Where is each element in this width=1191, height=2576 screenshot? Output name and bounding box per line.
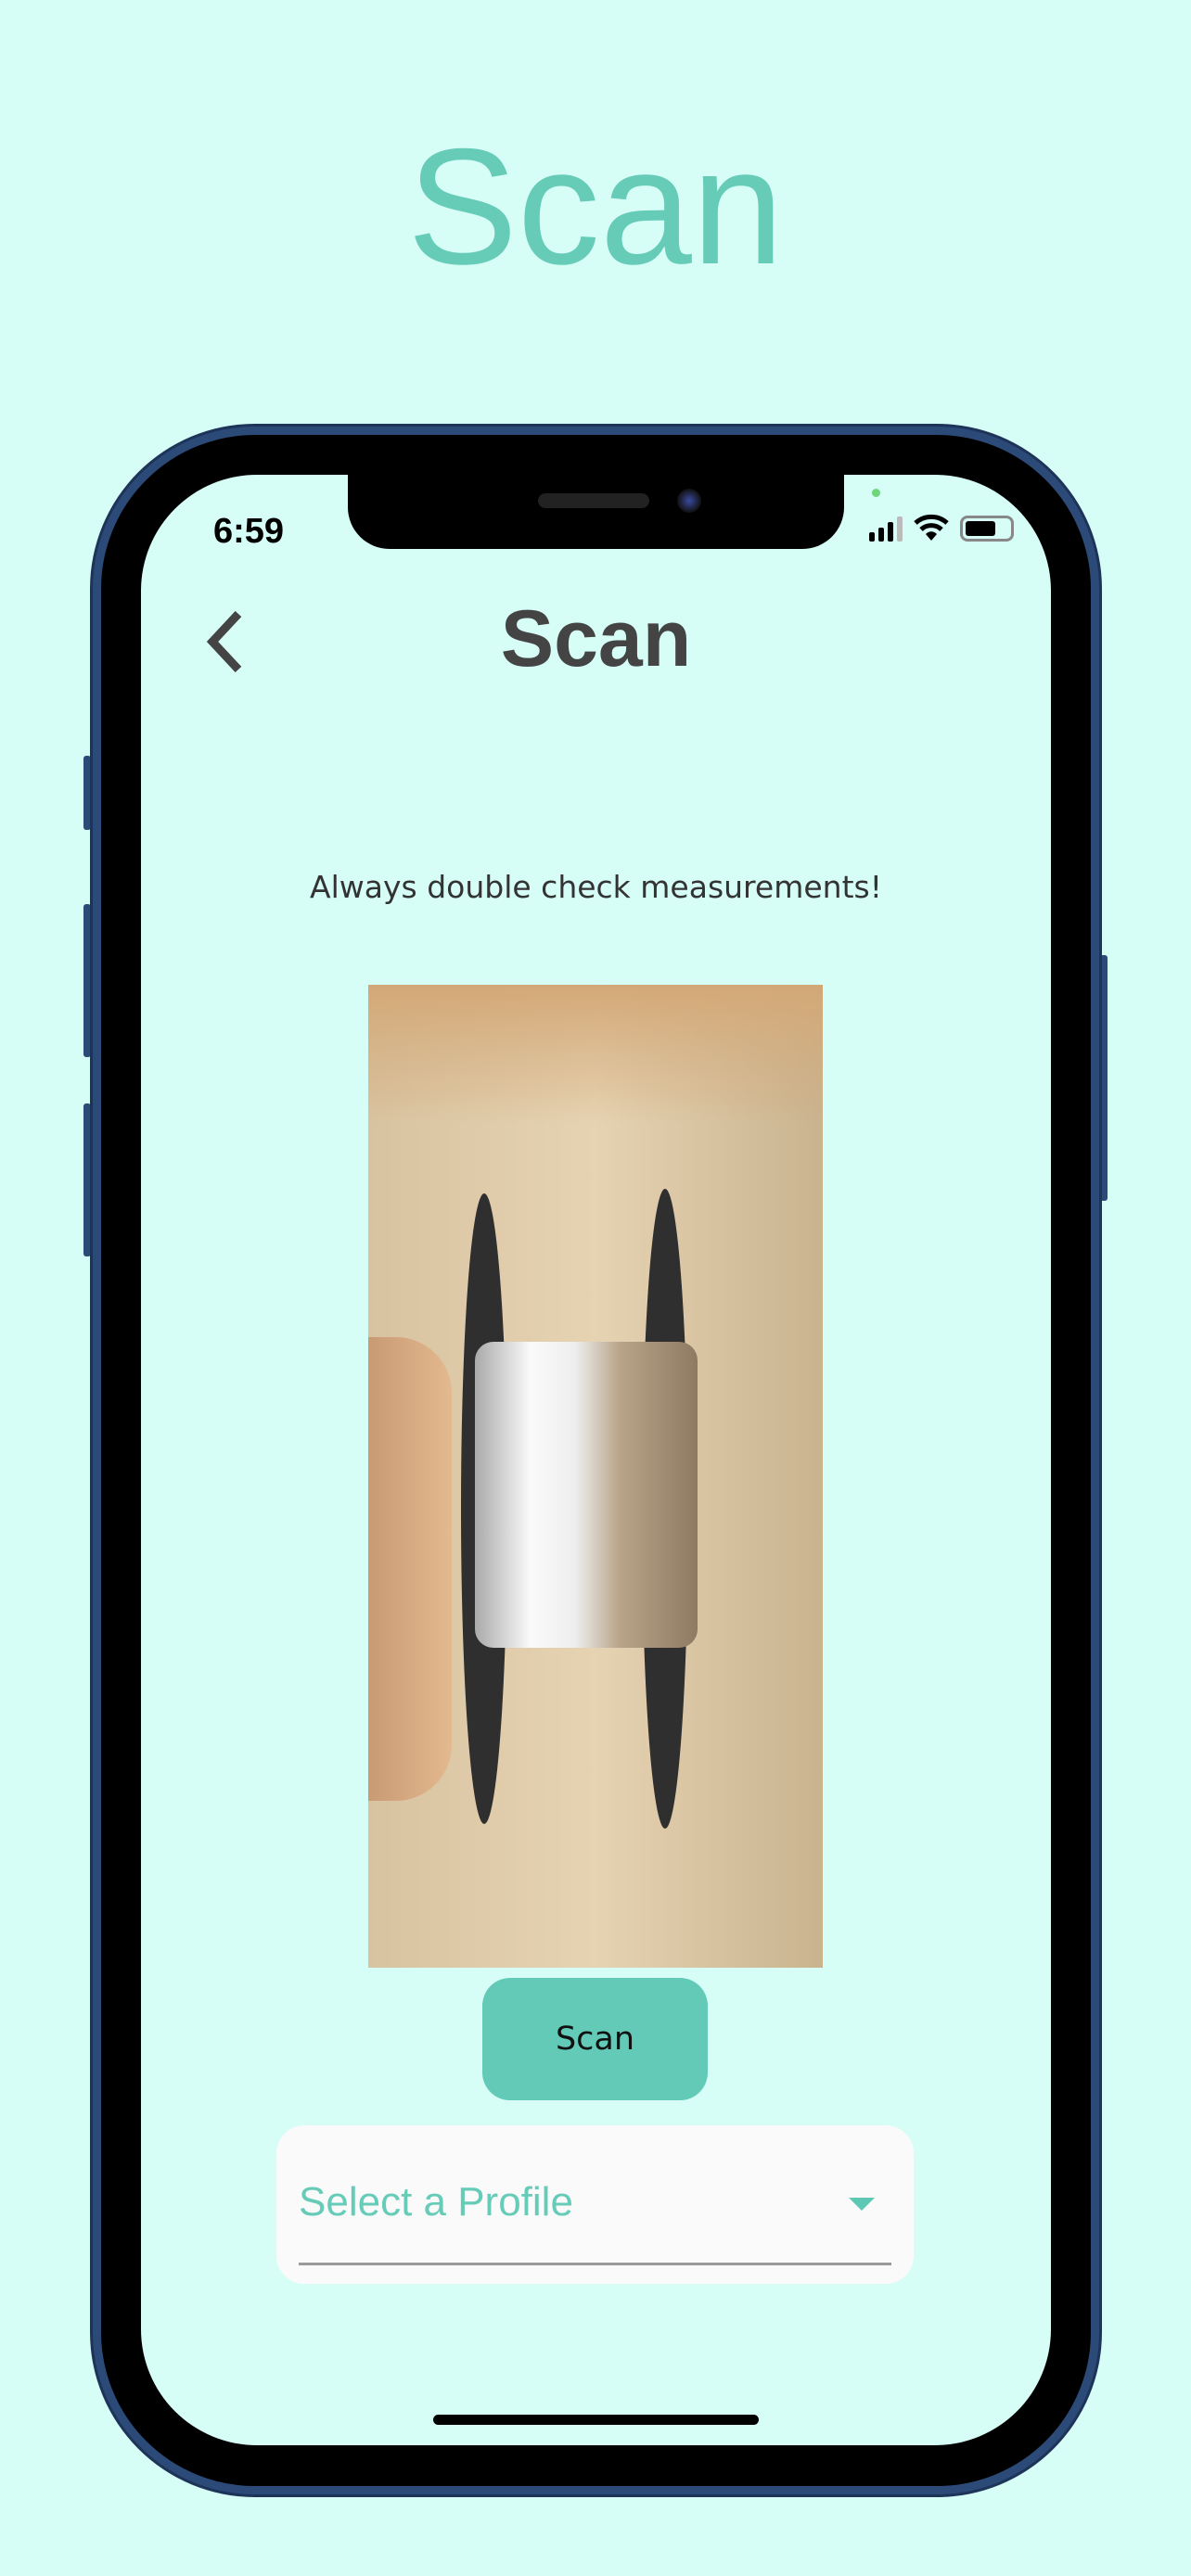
status-time: 6:59 (213, 512, 285, 551)
profile-dropdown[interactable]: Select a Profile (276, 2125, 914, 2284)
hero-title: Scan (407, 114, 784, 299)
power-button (1100, 955, 1108, 1201)
scan-button[interactable]: Scan (482, 1978, 708, 2100)
page-title: Scan (500, 594, 692, 683)
profile-dropdown-placeholder: Select a Profile (299, 2179, 573, 2225)
battery-icon (960, 516, 1014, 542)
caret-down-icon (849, 2198, 875, 2211)
hand (368, 1337, 452, 1801)
mute-switch (83, 756, 91, 830)
cellular-signal-icon (869, 516, 903, 542)
volume-down-button (83, 1103, 91, 1256)
app-screen: 6:59 Scan Always double check measuremen… (141, 475, 1051, 2445)
home-indicator[interactable] (433, 2415, 759, 2425)
dropdown-underline (299, 2263, 891, 2265)
speaker (538, 493, 649, 508)
spool-photo (368, 985, 823, 1968)
camera-icon (677, 489, 701, 513)
wifi-icon (914, 514, 949, 541)
volume-up-button (83, 904, 91, 1057)
measurement-note: Always double check measurements! (310, 869, 882, 905)
notch (348, 475, 844, 549)
status-icons (869, 514, 1014, 542)
privacy-indicator (872, 489, 880, 497)
filament (475, 1342, 698, 1648)
